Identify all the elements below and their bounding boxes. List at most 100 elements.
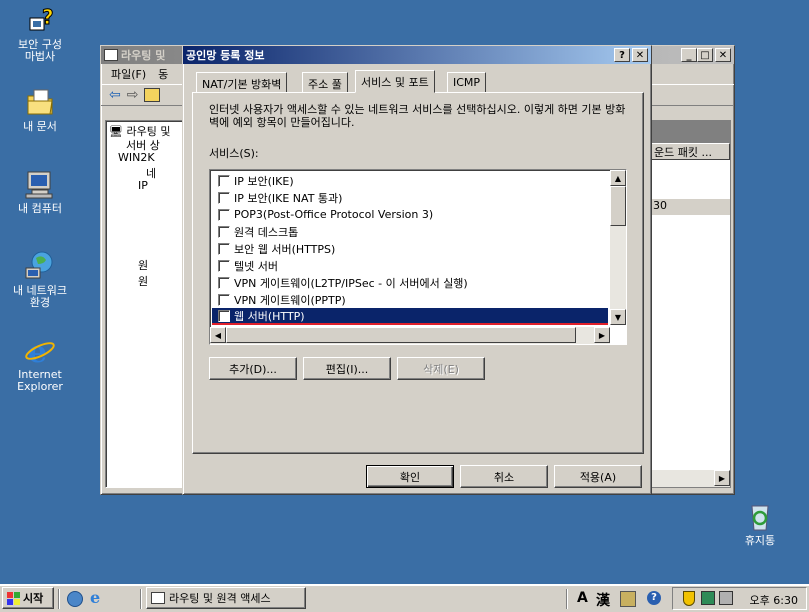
ok-button[interactable]: 확인 (366, 465, 454, 488)
ime-separator (566, 589, 568, 609)
tab-services-ports[interactable]: 서비스 및 포트 (355, 70, 435, 93)
desktop-icon-network-places[interactable]: 내 네트워크 환경 (0, 250, 80, 309)
volume-tray-icon[interactable] (719, 591, 733, 605)
ime-mode-a[interactable]: A (577, 590, 588, 606)
desktop-icon-label: Explorer (17, 380, 63, 393)
service-item[interactable]: IP 보안(IKE) (212, 172, 608, 189)
close-button[interactable]: ✕ (715, 48, 731, 62)
service-checkbox[interactable] (218, 225, 230, 238)
taskbar-item-rras[interactable]: 라우팅 및 원격 액세스 (146, 587, 306, 609)
delete-button[interactable]: 삭제(E) (397, 357, 485, 380)
service-checkbox[interactable] (218, 208, 230, 221)
windows-logo-icon (7, 591, 20, 605)
security-shield-icon[interactable] (683, 591, 695, 606)
clock[interactable]: 오후 6:30 (750, 592, 798, 608)
services-hscrollbar[interactable]: ◀ ▶ (210, 327, 610, 344)
maximize-button[interactable]: □ (697, 48, 713, 62)
service-checkbox[interactable] (218, 174, 230, 187)
quicklaunch-separator (140, 589, 142, 609)
tree-item-ip[interactable]: IP (138, 179, 148, 192)
tab-icmp[interactable]: ICMP (447, 72, 487, 92)
network-tray-icon[interactable] (701, 591, 715, 605)
network-places-icon (24, 250, 56, 282)
help-icon[interactable]: ? (647, 591, 661, 605)
scroll-left-button[interactable]: ◀ (210, 327, 226, 343)
tab-panel: 인터넷 사용자가 액세스할 수 있는 네트워크 서비스를 선택하십시오. 이렇게… (192, 92, 644, 454)
service-item[interactable]: IP 보안(IKE NAT 통과) (212, 189, 608, 206)
quicklaunch-ie-icon[interactable]: e (90, 588, 100, 607)
desktop-icon-my-documents[interactable]: 내 문서 (0, 86, 80, 133)
desktop-icon-label: 내 컴퓨터 (18, 202, 62, 215)
dialog-close-button[interactable]: ✕ (632, 48, 648, 62)
services-vscrollbar[interactable]: ▲ ▼ (610, 170, 626, 325)
services-listbox[interactable]: IP 보안(IKE) IP 보안(IKE NAT 통과) POP3(Post-O… (209, 169, 627, 345)
edit-button[interactable]: 편집(I)... (303, 357, 391, 380)
desktop-icon-label: 마법사 (24, 50, 56, 63)
menu-action[interactable]: 동 (158, 66, 168, 82)
forward-arrow-icon[interactable]: ⇨ (127, 87, 139, 103)
services-label: 서비스(S): (209, 147, 259, 160)
up-folder-icon[interactable] (144, 88, 161, 102)
app-icon (104, 49, 118, 61)
desktop-icon-security-wizard[interactable]: ? 보안 구성 마법사 (0, 4, 80, 63)
service-item[interactable]: VPN 게이트웨이(PPTP) (212, 291, 608, 308)
internet-explorer-icon: e (24, 334, 56, 370)
desktop-icon-recycle-bin[interactable]: 휴지통 (720, 500, 800, 547)
menu-file[interactable]: 파일(F) (111, 66, 146, 82)
rras-icon (151, 592, 165, 604)
service-item[interactable]: VPN 게이트웨이(L2TP/IPSec - 이 서버에서 실행) (212, 274, 608, 291)
bg-window-title: 라우팅 및 (121, 49, 166, 62)
scroll-right-button[interactable]: ▶ (714, 470, 730, 486)
tab-nat-firewall[interactable]: NAT/기본 방화벽 (196, 72, 288, 92)
quicklaunch-separator (58, 589, 60, 609)
dialog-titlebar[interactable]: 공인망 등록 정보 ? ✕ (183, 46, 651, 64)
back-arrow-icon[interactable]: ⇦ (109, 87, 121, 103)
apply-button[interactable]: 적용(A) (554, 465, 642, 488)
service-item[interactable]: POP3(Post-Office Protocol Version 3) (212, 206, 608, 223)
server-icon: 🖥 (109, 125, 123, 138)
add-button[interactable]: 추가(D)... (209, 357, 297, 380)
column-header[interactable]: 운드 패킷 ... (650, 143, 730, 160)
desktop-icon-label: 환경 (29, 296, 51, 309)
desktop-icon-internet-explorer[interactable]: e Internet Explorer (0, 334, 80, 393)
scroll-right-button[interactable]: ▶ (594, 327, 610, 343)
list-hscrollbar[interactable]: ▶ (650, 470, 730, 487)
ime-tool-icon[interactable] (620, 591, 636, 607)
help-button[interactable]: ? (614, 48, 630, 62)
tree-item-remote2[interactable]: 원 (138, 273, 148, 289)
system-tray: 오후 6:30 (672, 587, 807, 610)
tree-item-remote1[interactable]: 원 (138, 257, 148, 273)
list-row-selected[interactable]: 30 (650, 199, 730, 215)
dialog-title: 공인망 등록 정보 (186, 49, 265, 62)
ime-hanja[interactable]: 漢 (596, 590, 610, 610)
scroll-down-button[interactable]: ▼ (610, 309, 626, 325)
scroll-thumb[interactable] (610, 186, 626, 226)
service-checkbox[interactable] (218, 191, 230, 204)
tree-item-server[interactable]: WIN2K (118, 151, 155, 164)
service-checkbox[interactable] (218, 293, 230, 306)
desktop-icon-label: 내 문서 (23, 120, 57, 133)
tab-address-pool[interactable]: 주소 풀 (302, 72, 348, 92)
service-checkbox[interactable] (218, 276, 230, 289)
start-button[interactable]: 시작 (2, 587, 54, 609)
service-checkbox[interactable] (218, 259, 230, 272)
minimize-button[interactable]: _ (681, 48, 697, 62)
security-wizard-icon: ? (24, 4, 56, 36)
cancel-button[interactable]: 취소 (460, 465, 548, 488)
properties-dialog[interactable]: 공인망 등록 정보 ? ✕ NAT/기본 방화벽 주소 풀 서비스 및 포트 I… (182, 45, 652, 495)
list-header-bar (650, 121, 730, 143)
service-item[interactable]: 원격 데스크톱 (212, 223, 608, 240)
service-item-selected[interactable]: 웹 서버(HTTP) (212, 308, 608, 325)
my-computer-icon (24, 168, 56, 200)
desktop-icon-label: 휴지통 (744, 534, 776, 547)
service-item[interactable]: 보안 웹 서버(HTTPS) (212, 240, 608, 257)
hscroll-thumb[interactable] (226, 327, 576, 343)
taskbar: 시작 e 라우팅 및 원격 액세스 A 漢 ? 오후 6:30 (0, 584, 809, 612)
desktop-icon-my-computer[interactable]: 내 컴퓨터 (0, 168, 80, 215)
service-checkbox[interactable] (218, 242, 230, 255)
service-item[interactable]: 텔넷 서버 (212, 257, 608, 274)
description-text: 인터넷 사용자가 액세스할 수 있는 네트워크 서비스를 선택하십시오. 이렇게… (209, 103, 626, 129)
quicklaunch-desktop-icon[interactable] (67, 591, 83, 607)
service-checkbox[interactable] (218, 309, 230, 322)
scroll-up-button[interactable]: ▲ (610, 170, 626, 186)
